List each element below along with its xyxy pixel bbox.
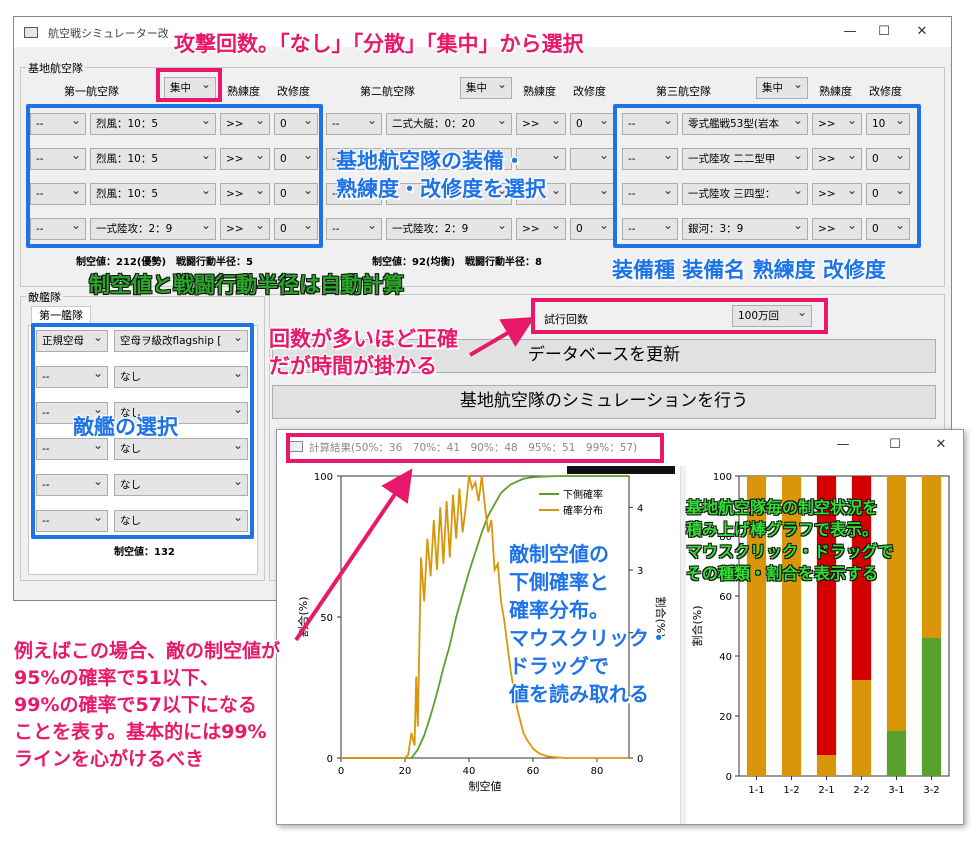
equip-name-select[interactable]: 一式陸攻：2：9 — [386, 218, 512, 240]
x-tick-label: 80 — [591, 766, 604, 777]
y2-tick-label: 3 — [637, 566, 643, 577]
y-axis-label: 割合(%) — [296, 596, 310, 637]
equip-highlight-3 — [613, 104, 921, 248]
annotation-cols: 装備種 装備名 熟練度 改修度 — [612, 258, 886, 282]
proficiency-select[interactable]: >> — [516, 218, 566, 240]
y-tick-label: 40 — [719, 652, 732, 663]
squadron-summary: 制空値：92(均衡) 戦闘行動半径：8 — [372, 257, 543, 268]
annotation-equip-2: 熟練度・改修度を選択 — [336, 177, 546, 201]
x-tick-label: 0 — [338, 766, 344, 777]
y-tick-label: 0 — [726, 772, 732, 783]
legend-label: 確率分布 — [563, 504, 603, 517]
annotation-enemy: 敵艦の選択 — [73, 415, 178, 439]
minimize-icon[interactable]: — — [832, 21, 868, 43]
annotation-chart1-3: 確率分布。 — [509, 598, 609, 622]
annotation-chart1-2: 下側確率と — [509, 570, 609, 594]
annotation-trial-2: だが時間が掛かる — [269, 354, 437, 378]
annotation-chart1-6: 値を読み取れる — [509, 682, 649, 706]
simulate-button[interactable]: 基地航空隊のシミュレーションを行う — [272, 385, 936, 419]
attack-mode-select[interactable]: 集中 — [756, 77, 808, 99]
bar-3-2-0[interactable] — [921, 638, 942, 776]
annotation-trial-1: 回数が多いほど正確 — [269, 327, 458, 351]
improvement-select[interactable]: 0 — [570, 113, 614, 135]
y-tick-label: 100 — [314, 472, 333, 483]
y2-tick-label: 4 — [637, 503, 643, 514]
maximize-icon[interactable]: ☐ — [877, 434, 913, 456]
annotation-example-4: ことを表す。基本的には99% — [14, 721, 267, 743]
annotation-chart2-4: その種類・割合を表示する — [686, 564, 879, 583]
equip-type-select[interactable]: -- — [326, 113, 382, 135]
y-tick-label: 0 — [327, 754, 333, 765]
x-tick-label: 1-2 — [783, 785, 799, 796]
y-tick-label: 50 — [320, 613, 333, 624]
minimize-icon[interactable]: — — [825, 434, 861, 456]
enemy-air-power: 制空値：132 — [114, 547, 175, 558]
annotation-chart2-3: マウスクリック・ドラッグで — [686, 542, 894, 561]
annotation-equip-1: 基地航空隊の装備・ — [336, 149, 525, 173]
y-tick-label: 100 — [713, 472, 732, 483]
window-title: 航空戦シミュレーター改 — [48, 27, 169, 40]
bar-2-2-1[interactable] — [851, 680, 872, 776]
y-tick-label: 20 — [719, 712, 732, 723]
proficiency-select[interactable]: >> — [516, 113, 566, 135]
result-title-highlight — [286, 433, 664, 463]
proficiency-header: 熟練度 — [523, 85, 556, 98]
improvement-select[interactable] — [570, 148, 614, 170]
trial-highlight — [531, 298, 828, 334]
bar-2-1-2[interactable] — [816, 476, 837, 755]
attack-mode-select[interactable]: 集中 — [460, 77, 512, 99]
y2-tick-label: 0 — [637, 754, 643, 765]
x-tick-label: 2-1 — [818, 785, 834, 796]
x-tick-label: 2-2 — [853, 785, 869, 796]
close-icon[interactable]: ✕ — [923, 434, 959, 456]
x-tick-label: 3-1 — [888, 785, 904, 796]
squadron-label: 第一航空隊 — [64, 85, 119, 98]
equip-highlight-1 — [26, 104, 323, 248]
enemy-group-label: 敵艦隊 — [26, 289, 63, 305]
base-group-label: 基地航空隊 — [26, 60, 85, 76]
annotation-chart2-2: 積み上げ棒グラフで表示。 — [686, 520, 879, 539]
y-tick-label: 60 — [719, 592, 732, 603]
annotation-example-5: ラインを心がけるべき — [14, 748, 205, 770]
proficiency-header: 熟練度 — [227, 85, 260, 98]
annotation-top: 攻撃回数。「なし」「分散」「集中」から選択 — [174, 32, 584, 56]
annotation-auto: 制空値と戦闘行動半径は自動計算 — [89, 273, 404, 297]
bar-3-1-1[interactable] — [886, 476, 907, 731]
annotation-example-2: 95%の確率で51以下、 — [14, 667, 219, 689]
x-tick-label: 60 — [527, 766, 540, 777]
x-tick-label: 3-2 — [923, 785, 939, 796]
annotation-chart1-1: 敵制空値の — [509, 542, 609, 566]
x-tick-label: 1-1 — [748, 785, 764, 796]
x-tick-label: 20 — [399, 766, 412, 777]
bar-2-1-1[interactable] — [816, 755, 837, 776]
proficiency-header: 熟練度 — [819, 85, 852, 98]
y-axis-label: 割合(%) — [690, 605, 704, 646]
x-axis-label: 制空値 — [469, 779, 502, 793]
improvement-header: 改修度 — [277, 85, 310, 98]
app-icon — [24, 27, 38, 38]
bar-3-1-0[interactable] — [886, 731, 907, 776]
squadron-label: 第三航空隊 — [656, 85, 711, 98]
maximize-icon[interactable]: ☐ — [866, 21, 902, 43]
bar-3-2-1[interactable] — [921, 476, 942, 638]
legend-label: 下側確率 — [563, 488, 603, 501]
close-icon[interactable]: ✕ — [904, 21, 940, 43]
annotation-chart1-5: ドラッグで — [509, 654, 609, 678]
improvement-header: 改修度 — [573, 85, 606, 98]
annotation-example-1: 例えばこの場合、敵の制空値が — [14, 640, 281, 662]
improvement-select[interactable] — [570, 183, 614, 205]
squadron-label: 第二航空隊 — [360, 85, 415, 98]
squadron-summary: 制空値：212(優勢) 戦闘行動半径：5 — [76, 257, 253, 268]
improvement-select[interactable]: 0 — [570, 218, 614, 240]
annotation-chart2-1: 基地航空隊毎の制空状況を — [686, 498, 879, 517]
equip-type-select[interactable]: -- — [326, 218, 382, 240]
annotation-example-3: 99%の確率で57以下になる — [14, 694, 257, 716]
annotation-chart1-4: マウスクリック・ — [509, 626, 669, 650]
x-tick-label: 40 — [463, 766, 476, 777]
mode-highlight — [156, 68, 222, 102]
equip-name-select[interactable]: 二式大艇：0：20 — [386, 113, 512, 135]
improvement-header: 改修度 — [869, 85, 902, 98]
